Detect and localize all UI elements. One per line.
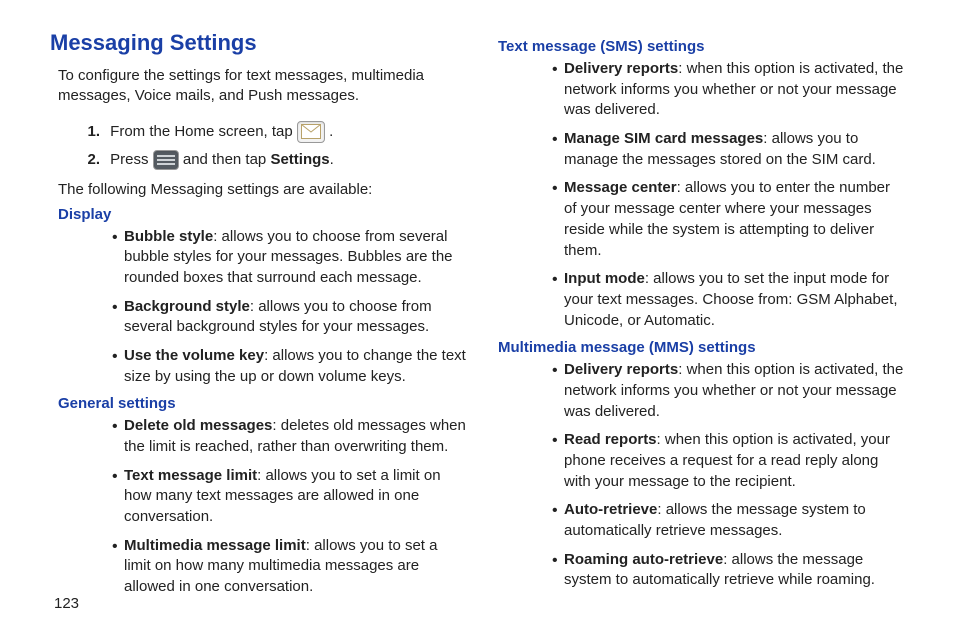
step-text-post: . [329, 123, 333, 140]
sms-heading: Text message (SMS) settings [498, 38, 906, 55]
step-text: From the Home screen, tap [110, 123, 297, 140]
item-term: Delivery reports [564, 60, 678, 77]
item-term: Text message limit [124, 467, 257, 484]
step-text-mid: and then tap [183, 151, 271, 168]
item-term: Multimedia message limit [124, 537, 306, 554]
step-text: Press [110, 151, 153, 168]
page-number: 123 [54, 595, 79, 612]
document-page: Messaging Settings To configure the sett… [0, 0, 954, 636]
mms-list: Delivery reports: when this option is ac… [490, 360, 906, 591]
list-item: Roaming auto-retrieve: allows the messag… [552, 550, 906, 591]
item-term: Delete old messages [124, 417, 272, 434]
item-term: Auto-retrieve [564, 501, 657, 518]
list-item: Auto-retrieve: allows the message system… [552, 500, 906, 541]
item-term: Bubble style [124, 228, 213, 245]
right-column: Text message (SMS) settings Delivery rep… [490, 30, 930, 616]
list-item: Text message limit: allows you to set a … [112, 466, 466, 528]
list-item: Delivery reports: when this option is ac… [552, 360, 906, 422]
list-item: Delivery reports: when this option is ac… [552, 59, 906, 121]
step-number: 2. [78, 149, 100, 171]
item-term: Background style [124, 298, 250, 315]
step-number: 1. [78, 121, 100, 143]
available-note: The following Messaging settings are ava… [58, 181, 458, 198]
list-item: Delete old messages: deletes old message… [112, 416, 466, 457]
item-term: Use the volume key [124, 347, 264, 364]
messaging-icon [297, 121, 325, 143]
item-term: Read reports [564, 431, 657, 448]
display-heading: Display [58, 206, 466, 223]
steps-list: 1. From the Home screen, tap . 2. Press [78, 121, 466, 171]
item-term: Delivery reports [564, 361, 678, 378]
list-item: Bubble style: allows you to choose from … [112, 227, 466, 289]
page-title: Messaging Settings [50, 30, 466, 56]
item-term: Manage SIM card messages [564, 130, 763, 147]
list-item: Manage SIM card messages: allows you to … [552, 129, 906, 170]
step-1: 1. From the Home screen, tap . [78, 121, 466, 143]
item-term: Input mode [564, 270, 645, 287]
menu-icon [153, 150, 179, 170]
step-text-post: . [330, 151, 334, 168]
list-item: Message center: allows you to enter the … [552, 178, 906, 261]
left-column: Messaging Settings To configure the sett… [50, 30, 490, 616]
step-bold: Settings [270, 151, 329, 168]
general-list: Delete old messages: deletes old message… [50, 416, 466, 598]
intro-paragraph: To configure the settings for text messa… [58, 66, 458, 107]
list-item: Multimedia message limit: allows you to … [112, 536, 466, 598]
general-heading: General settings [58, 395, 466, 412]
sms-list: Delivery reports: when this option is ac… [490, 59, 906, 331]
step-2: 2. Press and then tap Settings. [78, 149, 466, 171]
display-list: Bubble style: allows you to choose from … [50, 227, 466, 388]
item-term: Message center [564, 179, 677, 196]
list-item: Use the volume key: allows you to change… [112, 346, 466, 387]
item-term: Roaming auto-retrieve [564, 551, 723, 568]
list-item: Input mode: allows you to set the input … [552, 269, 906, 331]
list-item: Background style: allows you to choose f… [112, 297, 466, 338]
list-item: Read reports: when this option is activa… [552, 430, 906, 492]
mms-heading: Multimedia message (MMS) settings [498, 339, 906, 356]
